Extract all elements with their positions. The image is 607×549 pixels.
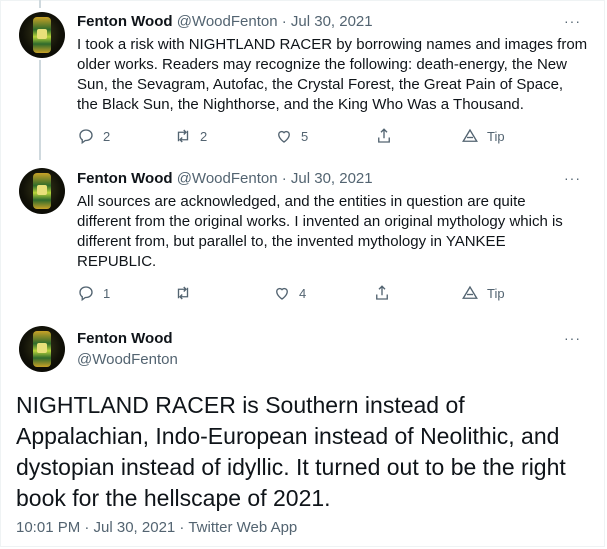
main-tweet-text: NIGHTLAND RACER is Southern instead of A… — [16, 390, 591, 514]
more-icon[interactable]: ··· — [564, 330, 581, 346]
avatar[interactable] — [19, 168, 65, 214]
tweet-text: All sources are acknowledged, and the en… — [77, 192, 597, 272]
main-tweet: Fenton Wood @WoodFenton ··· NIGHTLAND RA… — [0, 320, 605, 549]
share-icon — [376, 285, 388, 300]
separator: · — [281, 13, 287, 30]
more-icon[interactable]: ··· — [564, 170, 581, 186]
thread-tweet-2[interactable]: Fenton Wood @WoodFenton · Jul 30, 2021 ·… — [0, 0, 605, 320]
tweet-text-line: Sun, the Sevagram, Autofac, the Crystal … — [77, 76, 564, 93]
tweet-text-line: older works. Readers may recognize the f… — [77, 56, 567, 73]
separator: · — [281, 170, 287, 187]
tip-button[interactable]: Tip — [461, 284, 505, 302]
author-handle[interactable]: @WoodFenton — [177, 13, 278, 30]
tweet-timestamp[interactable]: 10:01 PM · Jul 30, 2021 · Twitter Web Ap… — [16, 519, 297, 536]
author-handle[interactable]: @WoodFenton — [177, 170, 278, 187]
share-icon — [378, 128, 390, 143]
tip-label: Tip — [487, 128, 505, 144]
tweet-text-line: different from, but parallel to, the inv… — [77, 233, 506, 250]
retweet-icon — [177, 129, 189, 143]
retweet-button[interactable]: 2 — [174, 127, 207, 145]
reply-count: 1 — [103, 285, 111, 301]
thread-connector — [39, 60, 41, 160]
tweet-text-line: I took a risk with NIGHTLAND RACER by bo… — [77, 36, 588, 53]
tweet-header: Fenton Wood @WoodFenton · Jul 30, 2021 — [77, 13, 373, 30]
tweet-date[interactable]: Jul 30, 2021 — [291, 13, 373, 30]
like-icon — [278, 130, 290, 143]
avatar[interactable] — [19, 326, 65, 372]
tweet-text-line: All sources are acknowledged, and the en… — [77, 193, 526, 210]
author-name[interactable]: Fenton Wood — [77, 13, 173, 30]
tweet-text-line: different from the original works. I inv… — [77, 213, 563, 230]
reply-icon — [79, 129, 93, 145]
like-count: 4 — [299, 285, 307, 301]
tip-icon — [462, 128, 478, 142]
main-tweet-text-line: Appalachian, Indo-European instead of Ne… — [16, 423, 560, 449]
tweet-text: I took a risk with NIGHTLAND RACER by bo… — [77, 35, 597, 115]
like-button[interactable]: 4 — [273, 284, 306, 302]
more-icon[interactable]: ··· — [564, 13, 581, 29]
retweet-icon — [177, 286, 189, 300]
tip-button[interactable]: Tip — [461, 127, 505, 145]
tweet-text-line: the Black Sun, the Nighthorse, and the K… — [77, 96, 524, 113]
like-count: 5 — [301, 128, 309, 144]
main-tweet-text-line: NIGHTLAND RACER is Southern instead of — [16, 392, 465, 418]
main-tweet-text-line: dystopian instead of idyllic. It turned … — [16, 454, 566, 480]
author-name[interactable]: Fenton Wood — [77, 330, 173, 347]
reply-button[interactable]: 2 — [77, 127, 110, 145]
author-name[interactable]: Fenton Wood — [77, 170, 173, 187]
reply-icon — [79, 286, 93, 302]
retweet-button[interactable] — [174, 284, 200, 302]
reply-count: 2 — [103, 128, 111, 144]
share-button[interactable] — [375, 127, 393, 145]
thread-tweet-1[interactable]: Fenton Wood @WoodFenton · Jul 30, 2021 ·… — [0, 0, 605, 160]
thread-connector — [39, 0, 41, 8]
reply-button[interactable]: 1 — [77, 284, 110, 302]
main-tweet-text-line: book for the hellscape of 2021. — [16, 485, 331, 511]
tweet-text-line: REPUBLIC. — [77, 253, 157, 270]
retweet-count: 2 — [200, 128, 208, 144]
tweet-header: Fenton Wood @WoodFenton · Jul 30, 2021 — [77, 170, 373, 187]
avatar[interactable] — [19, 12, 65, 58]
tweet-date[interactable]: Jul 30, 2021 — [291, 170, 373, 187]
like-button[interactable]: 5 — [275, 127, 308, 145]
tip-label: Tip — [487, 285, 505, 301]
author-handle[interactable]: @WoodFenton — [77, 351, 178, 368]
tip-icon — [462, 285, 478, 299]
share-button[interactable] — [373, 284, 391, 302]
like-icon — [276, 287, 288, 300]
